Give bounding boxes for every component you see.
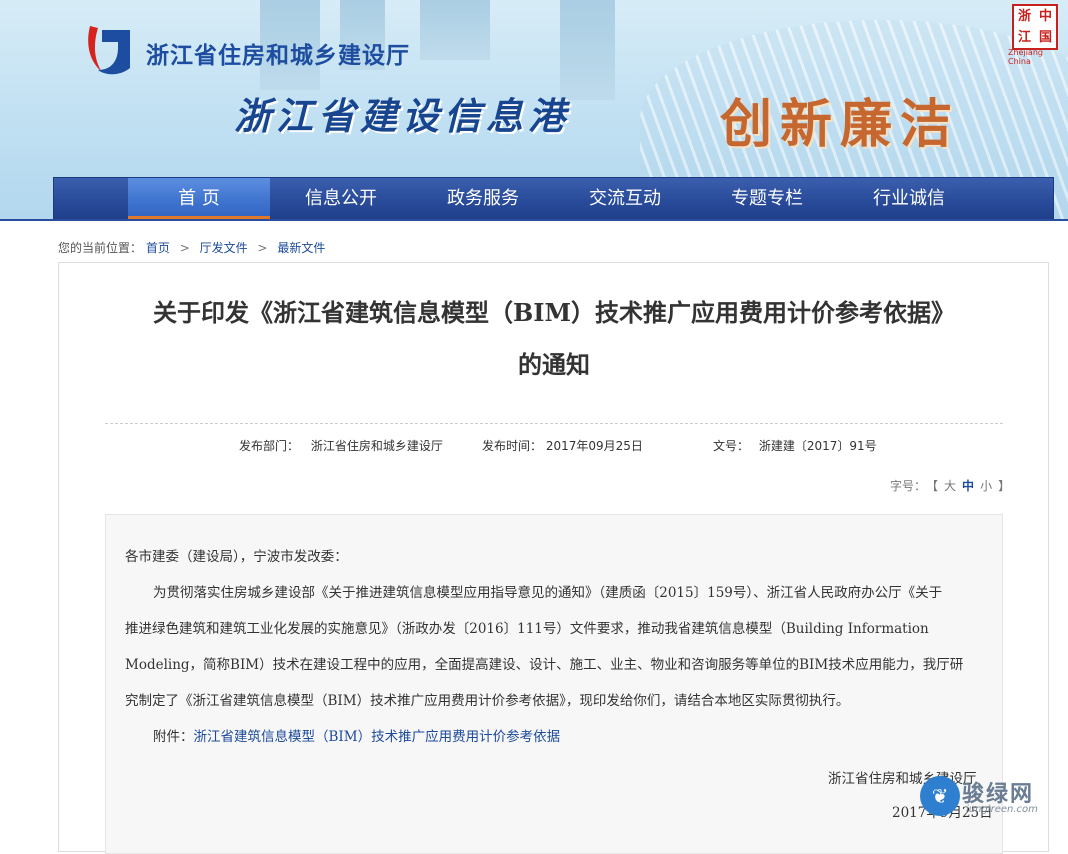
seal-char: 中	[1038, 9, 1052, 24]
breadcrumb: 您的当前位置： 首页 > 厅发文件 > 最新文件	[58, 239, 325, 256]
body-line-2: 推进绿色建筑和建筑工业化发展的实施意见》（浙政办发〔2016〕111号）文件要求…	[125, 621, 929, 637]
nav-underline	[0, 219, 1068, 221]
body-line-1: 为贯彻落实住房城乡建设部《关于推进建筑信息模型应用指导意见的通知》（建质函〔20…	[153, 585, 943, 601]
meta-dept: 发布部门： 浙江省住房和城乡建设厅	[239, 437, 443, 454]
meta-doc-value: 浙建建〔2017〕91号	[758, 439, 877, 453]
breadcrumb-separator: >	[257, 241, 268, 255]
salutation: 各市建委（建设局），宁波市发改委：	[125, 549, 348, 565]
seal-char: 浙	[1017, 9, 1031, 24]
seal-char: 江	[1017, 30, 1031, 45]
font-size-bracket-close: 】	[998, 479, 1011, 493]
article-body: 各市建委（建设局），宁波市发改委： 为贯彻落实住房城乡建设部《关于推进建筑信息模…	[105, 514, 1003, 854]
seal-char: 国	[1038, 30, 1052, 45]
nav-item-info-disclosure[interactable]: 信息公开	[270, 178, 412, 219]
nav-item-industry-integrity[interactable]: 行业诚信	[838, 178, 980, 219]
meta-time: 发布时间： 2017年09月25日	[482, 437, 643, 454]
font-size-small-button[interactable]: 小	[980, 479, 992, 493]
breadcrumb-home-link[interactable]: 首页	[146, 241, 170, 255]
banner-slogan: 创新廉洁	[720, 94, 961, 155]
body-line-4: 究制定了《浙江省建筑信息模型（BIM）技术推广应用费用计价参考依据》，现印发给你…	[125, 693, 850, 709]
breadcrumb-prefix: 您的当前位置：	[58, 241, 143, 255]
site-name[interactable]: 浙江省建设信息港	[234, 86, 570, 140]
font-size-medium-button[interactable]: 中	[962, 479, 974, 493]
attachment-label: 附件：	[153, 729, 194, 745]
breadcrumb-dept-docs-link[interactable]: 厅发文件	[200, 241, 248, 255]
meta-dept-label: 发布部门：	[239, 439, 300, 453]
breadcrumb-separator: >	[179, 241, 190, 255]
meta-doc-number: 文号： 浙建建〔2017〕91号	[713, 437, 877, 454]
seal-caption: Zhejiang China	[1008, 48, 1043, 66]
department-logo-icon[interactable]	[84, 20, 134, 78]
font-size-control: 字号： 【大中小】	[887, 477, 1013, 494]
watermark-leaf-icon: ❦	[920, 776, 960, 816]
zhejiang-china-seal-icon[interactable]: 浙 中 江 国	[1012, 4, 1058, 50]
org-name[interactable]: 浙江省住房和城乡建设厅	[146, 36, 410, 70]
nav-item-interaction[interactable]: 交流互动	[554, 178, 696, 219]
nav-item-gov-services[interactable]: 政务服务	[412, 178, 554, 219]
watermark-sub: junglreen.com	[966, 804, 1038, 815]
meta-time-label: 发布时间：	[482, 439, 543, 453]
font-size-label: 字号：	[890, 479, 927, 493]
body-line-3: Modeling，简称BIM）技术在建设工程中的应用，全面提高建设、设计、施工、…	[125, 657, 964, 673]
breadcrumb-latest-docs-link[interactable]: 最新文件	[277, 241, 325, 255]
meta-doc-label: 文号：	[713, 439, 750, 453]
nav-item-home[interactable]: 首 页	[128, 178, 270, 219]
article-title-line-1: 关于印发《浙江省建筑信息模型（BIM）技术推广应用费用计价参考依据》	[152, 298, 956, 327]
banner-building	[420, 0, 490, 60]
banner-building	[560, 0, 615, 100]
attachment-line: 附件：浙江省建筑信息模型（BIM）技术推广应用费用计价参考依据	[125, 719, 985, 755]
nav-item-special-topics[interactable]: 专题专栏	[696, 178, 838, 219]
article-title: 关于印发《浙江省建筑信息模型（BIM）技术推广应用费用计价参考依据》 的通知	[99, 287, 1009, 391]
meta-dept-value: 浙江省住房和城乡建设厅	[310, 439, 443, 453]
font-size-large-button[interactable]: 大	[944, 479, 956, 493]
meta-time-value: 2017年09月25日	[545, 439, 643, 453]
font-size-bracket-open: 【	[932, 479, 939, 493]
article-title-line-2: 的通知	[518, 350, 590, 379]
main-nav: 首 页 信息公开 政务服务 交流互动 专题专栏 行业诚信	[53, 177, 1054, 220]
article-panel: 关于印发《浙江省建筑信息模型（BIM）技术推广应用费用计价参考依据》 的通知 发…	[58, 262, 1049, 854]
attachment-link[interactable]: 浙江省建筑信息模型（BIM）技术推广应用费用计价参考依据	[194, 729, 561, 745]
site-watermark: ❦ 骏绿网 junglreen.com	[916, 770, 1056, 820]
title-divider	[105, 423, 1003, 424]
